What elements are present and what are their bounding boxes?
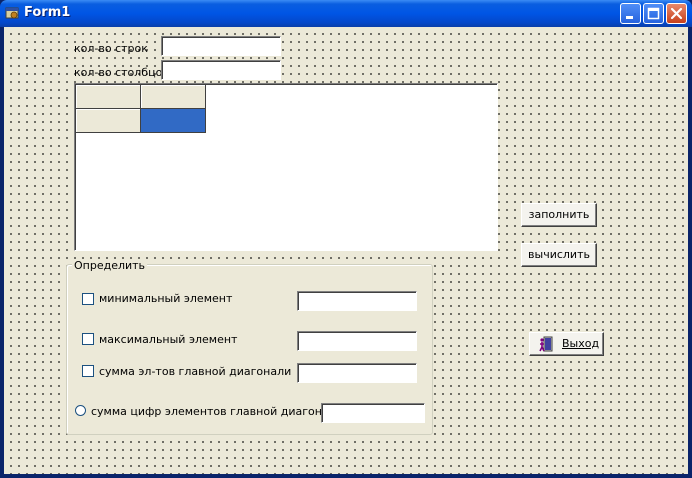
minimize-icon	[626, 16, 633, 19]
exit-button[interactable]: Выход	[529, 332, 604, 356]
maximize-button[interactable]	[643, 3, 664, 24]
cols-input[interactable]	[161, 60, 281, 80]
form-client-area: кол-во строк кол-во столбцов заполнить в…	[4, 27, 688, 474]
form1-window: Form1 кол-во строк кол-во столбцов запол…	[0, 0, 692, 478]
digit-sum-radio[interactable]	[75, 405, 86, 416]
diag-sum-output[interactable]	[297, 363, 417, 383]
cols-label: кол-во столбцов	[74, 66, 169, 79]
grid-selected-cell[interactable]	[141, 109, 206, 133]
rows-label: кол-во строк	[74, 42, 148, 55]
define-group-caption: Определить	[72, 259, 148, 272]
window-title: Form1	[24, 5, 71, 20]
delphi-form-icon	[5, 7, 19, 19]
digit-sum-label: сумма цифр элементов главной диагонали	[91, 405, 343, 418]
calculate-button[interactable]: вычислить	[521, 243, 597, 267]
min-output[interactable]	[297, 291, 417, 311]
max-output[interactable]	[297, 331, 417, 351]
min-label: минимальный элемент	[99, 292, 233, 305]
title-bar[interactable]: Form1	[0, 0, 692, 27]
grid-fixed-cell	[76, 109, 141, 133]
string-grid[interactable]	[74, 83, 498, 251]
max-label: максимальный элемент	[99, 333, 238, 346]
digit-sum-output[interactable]	[321, 403, 425, 423]
rows-input[interactable]	[161, 36, 281, 56]
grid-fixed-cell	[76, 85, 141, 109]
diag-sum-label: сумма эл-тов главной диагонали	[99, 365, 292, 378]
max-checkbox[interactable]	[82, 333, 94, 345]
close-icon	[670, 7, 683, 20]
diag-sum-checkbox[interactable]	[82, 365, 94, 377]
exit-button-label: Выход	[562, 337, 600, 350]
exit-door-icon	[539, 336, 553, 352]
minimize-button[interactable]	[620, 3, 641, 24]
maximize-icon	[647, 7, 660, 20]
min-checkbox[interactable]	[82, 293, 94, 305]
fill-button[interactable]: заполнить	[521, 203, 597, 227]
grid-fixed-cell	[141, 85, 206, 109]
close-button[interactable]	[666, 3, 687, 24]
